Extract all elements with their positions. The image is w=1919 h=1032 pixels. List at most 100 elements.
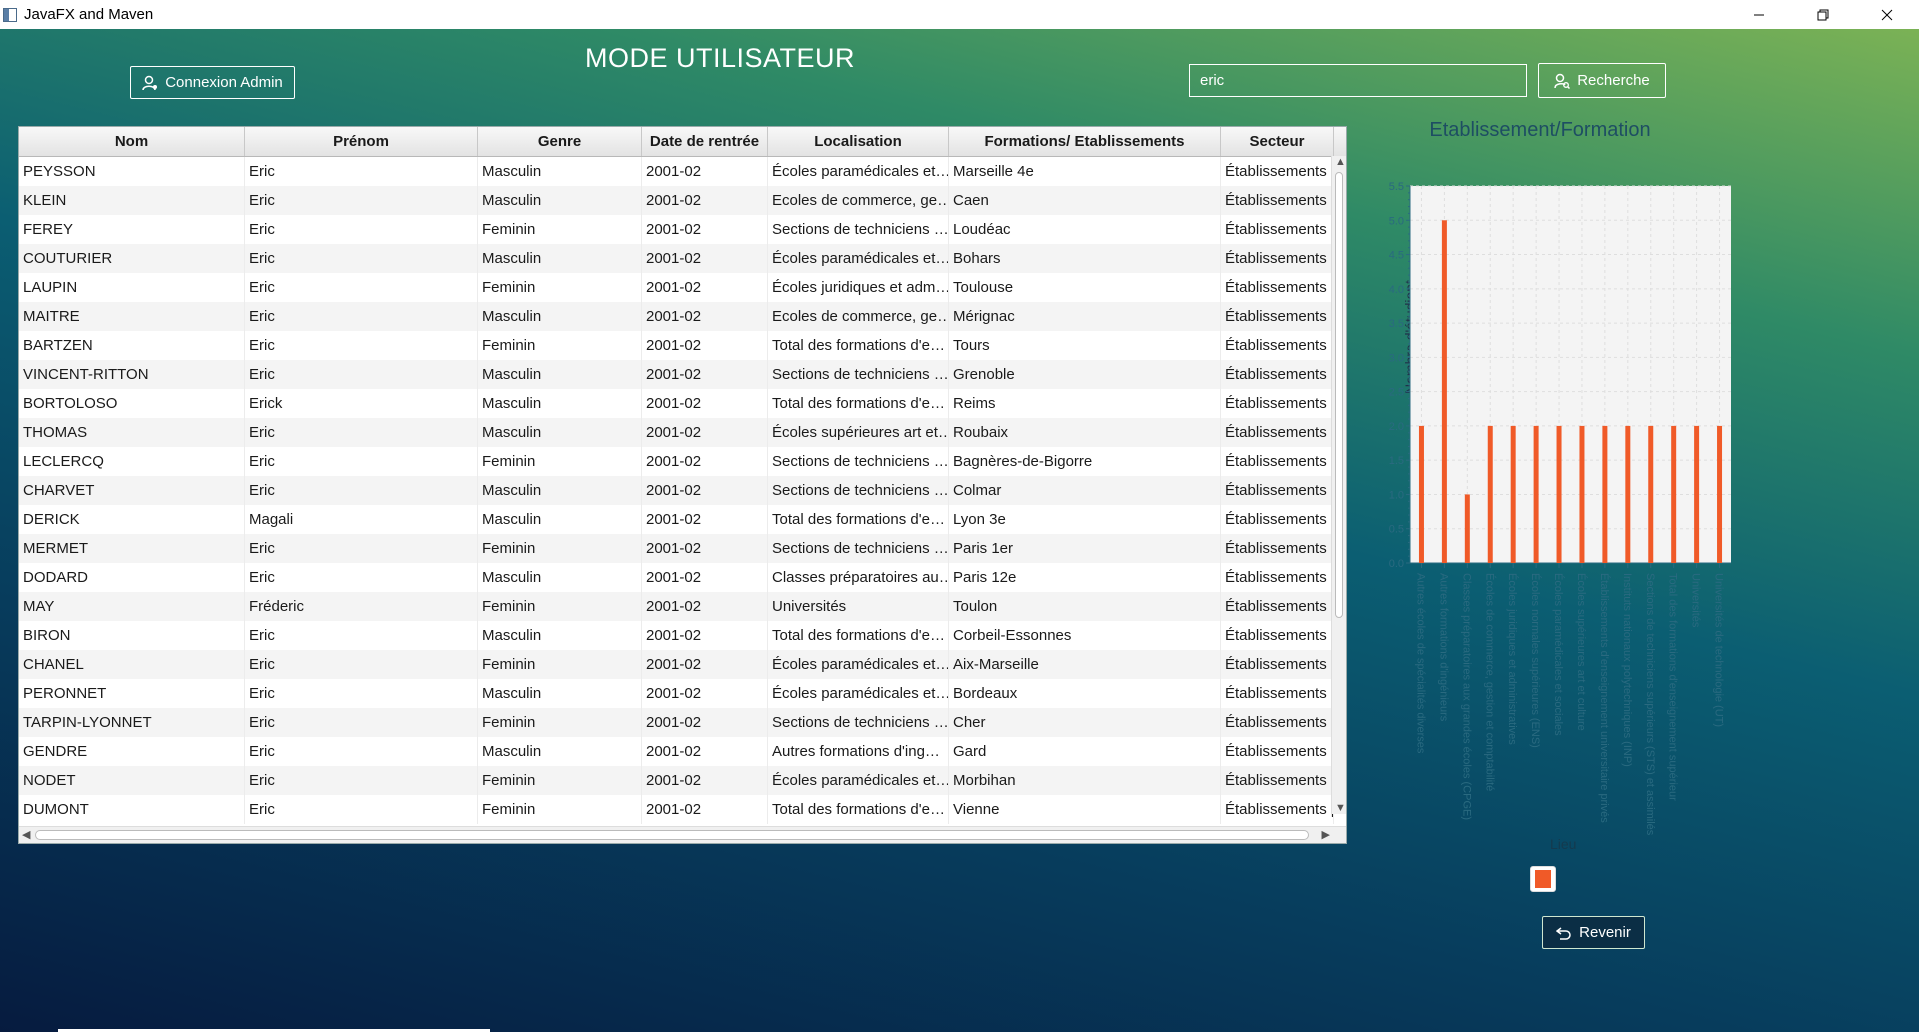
cell-nom: KLEIN (19, 186, 245, 215)
column-header-secteur[interactable]: Secteur (1221, 127, 1334, 156)
cell-date: 2001-02 (642, 708, 768, 737)
table-row[interactable]: FEREY Eric Feminin 2001-02 Sections de techn… (19, 215, 1346, 244)
table-row[interactable]: GENDRE Eric Masculin 2001-02 Autres formatio… (19, 737, 1346, 766)
cell-genre: Masculin (478, 505, 642, 534)
students-table[interactable]: Nom Prénom Genre Date de rentrée Localisatio… (18, 126, 1347, 844)
cell-nom: CHANEL (19, 650, 245, 679)
cell-date: 2001-02 (642, 679, 768, 708)
column-header-formation[interactable]: Formations/ Etablissements (949, 127, 1221, 156)
y-tick-label: 2.0 (1389, 421, 1404, 433)
cell-prenom: Eric (245, 708, 478, 737)
cell-prenom: Eric (245, 360, 478, 389)
cell-localisation: Autres formations d'ing… (768, 737, 949, 766)
app-icon (3, 7, 17, 22)
cell-genre: Feminin (478, 273, 642, 302)
search-button[interactable]: Recherche (1538, 63, 1666, 98)
column-header-nom[interactable]: Nom (19, 127, 245, 156)
scroll-down-icon[interactable]: ▼ (1335, 802, 1346, 814)
cell-localisation: Universités (768, 592, 949, 621)
cell-secteur: Établissements p (1221, 418, 1334, 447)
table-row[interactable]: MERMET Eric Feminin 2001-02 Sections de tech… (19, 534, 1346, 563)
legend-title: Lieu (1550, 836, 1577, 852)
cell-nom: MAY (19, 592, 245, 621)
bar (1671, 425, 1677, 563)
cell-secteur: Établissements p (1221, 679, 1334, 708)
cell-formation: Toulouse (949, 273, 1221, 302)
admin-login-button[interactable]: Connexion Admin (130, 66, 295, 99)
cell-nom: DERICK (19, 505, 245, 534)
column-header-prenom[interactable]: Prénom (245, 127, 478, 156)
plot-area (1410, 186, 1731, 563)
horizontal-scrollbar[interactable]: ◀ ▶ (19, 826, 1346, 843)
scroll-up-icon[interactable]: ▲ (1335, 156, 1346, 168)
cell-prenom: Eric (245, 563, 478, 592)
cell-prenom: Magali (245, 505, 478, 534)
y-tick-label: 1.5 (1389, 455, 1404, 467)
table-row[interactable]: KLEIN Eric Masculin 2001-02 Ecoles de commer… (19, 186, 1346, 215)
minimize-button[interactable] (1727, 0, 1791, 29)
table-row[interactable]: DERICK Magali Masculin 2001-02 Total des for… (19, 505, 1346, 534)
table-row[interactable]: BIRON Eric Masculin 2001-02 Total des format… (19, 621, 1346, 650)
y-tick-label: 5.0 (1389, 215, 1404, 227)
cell-date: 2001-02 (642, 650, 768, 679)
cell-secteur: Établissements p (1221, 215, 1334, 244)
scroll-left-icon[interactable]: ◀ (22, 828, 30, 841)
cell-localisation: Ecoles de commerce, ge… (768, 302, 949, 331)
cell-formation: Caen (949, 186, 1221, 215)
column-header-genre[interactable]: Genre (478, 127, 642, 156)
table-row[interactable]: VINCENT-RITTON Eric Masculin 2001-02 Section… (19, 360, 1346, 389)
bar (1418, 425, 1424, 563)
restore-button[interactable] (1791, 0, 1855, 29)
cell-date: 2001-02 (642, 505, 768, 534)
cell-date: 2001-02 (642, 592, 768, 621)
table-row[interactable]: CHARVET Eric Masculin 2001-02 Sections de te… (19, 476, 1346, 505)
cell-secteur: Établissements p (1221, 302, 1334, 331)
table-row[interactable]: BORTOLOSO Erick Masculin 2001-02 Total des f… (19, 389, 1346, 418)
column-header-localisation[interactable]: Localisation (768, 127, 949, 156)
table-row[interactable]: LECLERCQ Eric Feminin 2001-02 Sections de te… (19, 447, 1346, 476)
bar (1510, 425, 1516, 563)
table-row[interactable]: LAUPIN Eric Feminin 2001-02 Écoles juridique… (19, 273, 1346, 302)
cell-nom: CHARVET (19, 476, 245, 505)
x-tick-label: Autres écoles de spécialités diverses (1414, 573, 1426, 754)
user-search-icon (1554, 73, 1571, 89)
cell-date: 2001-02 (642, 563, 768, 592)
cell-formation: Bagnères-de-Bigorre (949, 447, 1221, 476)
restore-icon (1817, 9, 1829, 20)
vertical-scrollbar[interactable]: ▲ ▼ (1331, 156, 1346, 814)
horizontal-scroll-thumb[interactable] (35, 830, 1309, 840)
cell-genre: Masculin (478, 563, 642, 592)
table-row[interactable]: DUMONT Eric Feminin 2001-02 Total des format… (19, 795, 1346, 824)
admin-login-label: Connexion Admin (165, 74, 283, 91)
cell-nom: DUMONT (19, 795, 245, 824)
search-input[interactable] (1189, 64, 1527, 97)
legend-color-box (1535, 870, 1551, 888)
y-tick-label: 0.5 (1389, 524, 1404, 536)
back-button[interactable]: Revenir (1542, 916, 1645, 949)
cell-prenom: Eric (245, 447, 478, 476)
cell-genre: Feminin (478, 592, 642, 621)
scroll-right-icon[interactable]: ▶ (1322, 828, 1330, 841)
column-header-date[interactable]: Date de rentrée (642, 127, 768, 156)
vertical-scroll-thumb[interactable] (1335, 172, 1343, 618)
table-row[interactable]: NODET Eric Feminin 2001-02 Écoles paramédica… (19, 766, 1346, 795)
table-row[interactable]: BARTZEN Eric Feminin 2001-02 Total des forma… (19, 331, 1346, 360)
window-title: JavaFX and Maven (24, 6, 154, 23)
table-row[interactable]: CHANEL Eric Feminin 2001-02 Écoles paramédic… (19, 650, 1346, 679)
cell-prenom: Erick (245, 389, 478, 418)
table-row[interactable]: THOMAS Eric Masculin 2001-02 Écoles supérieu… (19, 418, 1346, 447)
table-row[interactable]: MAITRE Eric Masculin 2001-02 Ecoles de comme… (19, 302, 1346, 331)
table-row[interactable]: PEYSSON Eric Masculin 2001-02 Écoles paraméd… (19, 157, 1346, 186)
table-row[interactable]: DODARD Eric Masculin 2001-02 Classes prépara… (19, 563, 1346, 592)
cell-localisation: Total des formations d'e… (768, 621, 949, 650)
close-button[interactable] (1855, 0, 1919, 29)
cell-localisation: Écoles supérieures art et… (768, 418, 949, 447)
search-button-label: Recherche (1577, 72, 1650, 89)
table-row[interactable]: COUTURIER Eric Masculin 2001-02 Écoles param… (19, 244, 1346, 273)
cell-genre: Masculin (478, 389, 642, 418)
table-row[interactable]: PERONNET Eric Masculin 2001-02 Écoles paramé… (19, 679, 1346, 708)
cell-genre: Masculin (478, 302, 642, 331)
table-row[interactable]: TARPIN-LYONNET Eric Feminin 2001-02 Sections… (19, 708, 1346, 737)
table-row[interactable]: MAY Fréderic Feminin 2001-02 Universités Toul… (19, 592, 1346, 621)
x-tick-label: Universités de technologie (UT) (1713, 573, 1725, 727)
